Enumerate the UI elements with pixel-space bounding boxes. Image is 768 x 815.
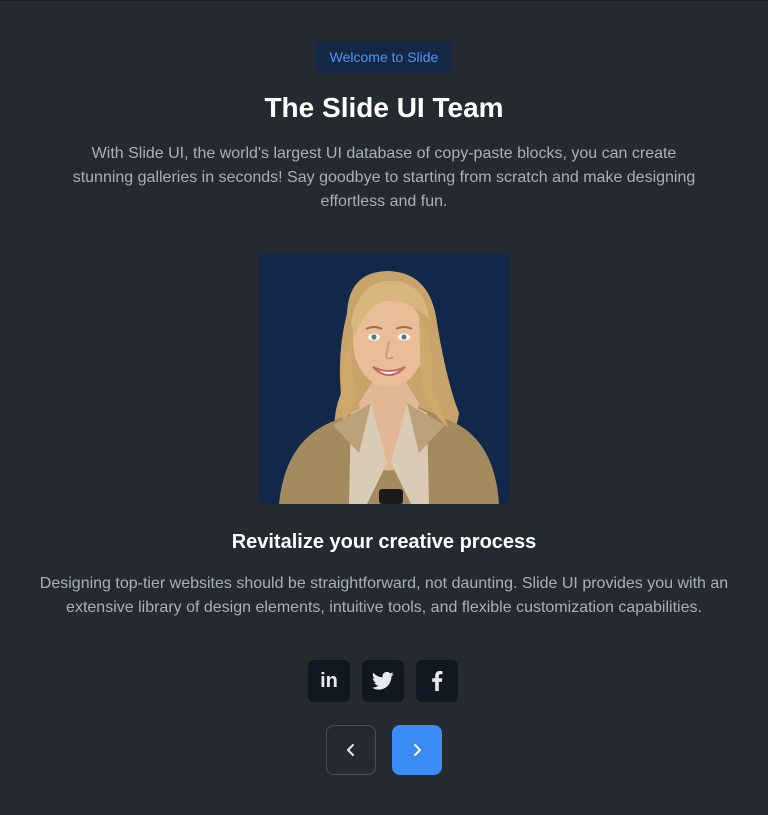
facebook-icon: [432, 671, 443, 691]
previous-button[interactable]: [326, 725, 376, 775]
facebook-button[interactable]: [416, 660, 458, 702]
twitter-icon: [372, 671, 394, 690]
next-button[interactable]: [392, 725, 442, 775]
intro-text: With Slide UI, the world's largest UI da…: [72, 145, 696, 210]
team-member-photo: [259, 253, 509, 504]
slide-description: Designing top-tier websites should be st…: [39, 575, 729, 616]
chevron-left-icon: [347, 744, 354, 756]
page-title: The Slide UI Team: [264, 92, 504, 123]
welcome-badge: Welcome to Slide: [316, 41, 452, 73]
portrait-image: [259, 253, 509, 504]
slide-navigation: [326, 725, 442, 775]
slide-subtitle: Revitalize your creative process: [231, 531, 537, 553]
team-section: Welcome to Slide The Slide UI Team With …: [0, 0, 768, 815]
linkedin-button[interactable]: in: [308, 660, 350, 702]
chevron-right-icon: [414, 744, 421, 756]
twitter-button[interactable]: [362, 660, 404, 702]
social-links: in: [308, 660, 460, 702]
linkedin-icon: in: [320, 669, 338, 692]
